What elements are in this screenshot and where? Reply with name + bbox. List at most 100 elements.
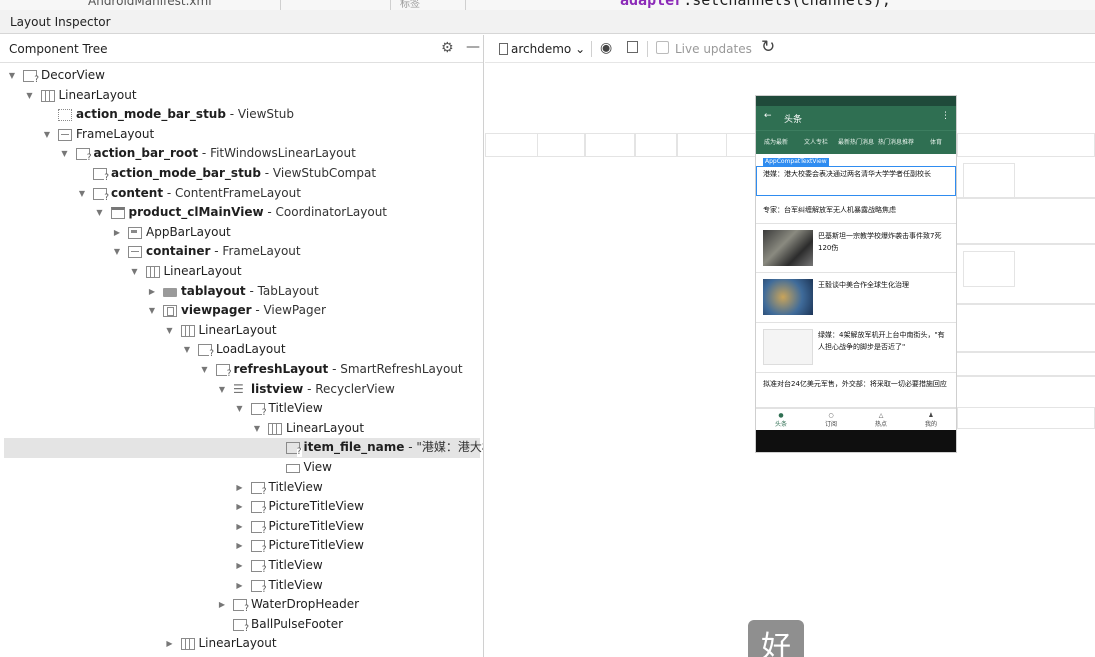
tree-row[interactable]: ▼ LinearLayout xyxy=(4,419,480,439)
tab[interactable]: 热门消息推荐 xyxy=(876,131,916,154)
tree-row[interactable]: ▼ listview - RecyclerView xyxy=(4,380,480,400)
eye-icon[interactable]: ◉ xyxy=(600,40,612,56)
nav-item-home[interactable]: ● 头条 xyxy=(756,409,806,430)
tree-row[interactable]: ▶ TitleView xyxy=(4,576,480,596)
list-item[interactable]: 巴基斯坦一宗教学校爆炸袭击事件致7死120伤 xyxy=(756,224,956,273)
collapsed-chevron-icon[interactable]: ▶ xyxy=(235,517,245,537)
minimize-icon[interactable]: — xyxy=(466,39,480,55)
lin-view-icon xyxy=(40,89,55,102)
tree-row-label: TitleView xyxy=(268,577,323,592)
collapsed-chevron-icon[interactable]: ▶ xyxy=(235,478,245,498)
tree-row[interactable]: item_file_name - "港媒：港大校 xyxy=(4,438,483,458)
tree-row-label: action_mode_bar_stub - ViewStub xyxy=(76,107,294,122)
expanded-chevron-icon[interactable]: ▼ xyxy=(235,399,245,419)
tree-row[interactable]: ▶ PictureTitleView xyxy=(4,497,480,517)
refresh-icon[interactable]: ↻ xyxy=(761,37,775,57)
tree-row-label: TitleView xyxy=(268,558,323,572)
expanded-chevron-icon[interactable]: ▼ xyxy=(25,86,35,106)
list-item[interactable]: 绿媒：4架解放军机开上台中南街头，"有人担心战争的脚步是否近了" xyxy=(756,323,956,373)
process-selector[interactable]: archdemo ⌄ xyxy=(499,42,585,56)
tree-row-label: listview - RecyclerView xyxy=(251,381,395,396)
tree-row[interactable]: ▶ AppBarLayout xyxy=(4,223,480,243)
device-preview[interactable]: ← 头条 ⋮ 成为最新 文人专栏 最新热门消息 热门消息推荐 体育 AppCom… xyxy=(755,95,957,453)
tree-row[interactable]: ▶ LinearLayout xyxy=(4,634,480,654)
expanded-chevron-icon[interactable]: ▼ xyxy=(42,125,52,145)
tree-row[interactable]: ▼ LinearLayout xyxy=(4,86,480,106)
expanded-chevron-icon[interactable]: ▼ xyxy=(147,301,157,321)
tree-row[interactable]: ▼ container - FrameLayout xyxy=(4,242,480,262)
tree-row[interactable]: ▶ TitleView xyxy=(4,478,480,498)
tree-row[interactable]: ▼ content - ContentFrameLayout xyxy=(4,184,480,204)
live-updates-checkbox[interactable] xyxy=(656,41,669,54)
tree-row[interactable]: View xyxy=(4,458,480,478)
tree-row[interactable]: ▶ PictureTitleView xyxy=(4,536,480,556)
tree-row[interactable]: ▼ DecorView xyxy=(4,66,480,86)
expanded-chevron-icon[interactable]: ▼ xyxy=(200,360,210,380)
list-item[interactable]: 王毅谈中美合作全球生化治理 xyxy=(756,273,956,323)
list-item[interactable]: 港媒：港大校委会表决通过两名清华大学学者任副校长 xyxy=(756,166,956,196)
expanded-chevron-icon[interactable]: ▼ xyxy=(77,184,87,204)
expanded-chevron-icon[interactable]: ▼ xyxy=(165,321,175,341)
divider xyxy=(465,0,466,10)
collapsed-chevron-icon[interactable]: ▶ xyxy=(217,595,227,615)
collapsed-chevron-icon[interactable]: ▶ xyxy=(147,282,157,302)
collapsed-chevron-icon[interactable]: ▶ xyxy=(235,497,245,517)
tree-row[interactable]: ▼ LinearLayout xyxy=(4,321,480,341)
layer-icon[interactable] xyxy=(627,41,638,53)
tree-row[interactable]: ▼ action_bar_root - FitWindowsLinearLayou… xyxy=(4,144,480,164)
file-tab[interactable]: AndroidManifest.xml xyxy=(88,0,212,8)
pager-view-icon xyxy=(163,305,177,318)
inspector-toolbar: archdemo ⌄ ◉ Live updates ↻ xyxy=(485,35,1095,63)
expanded-chevron-icon[interactable]: ▼ xyxy=(112,242,122,262)
gear-icon[interactable]: ⚙ xyxy=(441,40,454,56)
tab[interactable]: 成为最新 xyxy=(756,131,796,154)
tree-row[interactable]: ▼ product_clMainView - CoordinatorLayout xyxy=(4,203,480,223)
tab[interactable]: 文人专栏 xyxy=(796,131,836,154)
tab[interactable]: 最新热门消息 xyxy=(836,131,876,154)
tree-row-label: TitleView xyxy=(268,479,323,494)
expanded-chevron-icon[interactable]: ▼ xyxy=(252,419,262,439)
collapsed-chevron-icon[interactable]: ▶ xyxy=(235,556,245,576)
expanded-chevron-icon[interactable]: ▼ xyxy=(95,203,105,223)
overflow-menu-icon[interactable]: ⋮ xyxy=(941,111,950,121)
tree-row[interactable]: ▶ PictureTitleView xyxy=(4,517,480,537)
view-view-icon xyxy=(285,464,300,473)
tree-row[interactable]: ▼ viewpager - ViewPager xyxy=(4,301,480,321)
tree-row[interactable]: ▼ LinearLayout xyxy=(4,262,480,282)
tree-row[interactable]: ▶ TitleView xyxy=(4,556,480,576)
tab-layout: 成为最新 文人专栏 最新热门消息 热门消息推荐 体育 xyxy=(756,130,956,154)
expanded-chevron-icon[interactable]: ▼ xyxy=(7,66,17,86)
nav-item-hot[interactable]: △ 热点 xyxy=(856,409,906,430)
nav-item-subscribe[interactable]: ○ 订阅 xyxy=(806,409,856,430)
item-title: 港媒：港大校委会表决通过两名清华大学学者任副校长 xyxy=(763,170,931,178)
tree-row[interactable]: action_mode_bar_stub - ViewStub xyxy=(4,105,480,125)
expanded-chevron-icon[interactable]: ▼ xyxy=(217,380,227,400)
expanded-chevron-icon[interactable]: ▼ xyxy=(130,262,140,282)
tree-row[interactable]: ▶ WaterDropHeader xyxy=(4,595,480,615)
expanded-chevron-icon[interactable]: ▼ xyxy=(182,340,192,360)
nav-item-me[interactable]: ♟ 我的 xyxy=(906,409,956,430)
back-icon[interactable]: ← xyxy=(764,111,772,121)
tree-row[interactable]: ▼ FrameLayout xyxy=(4,125,480,145)
collapsed-chevron-icon[interactable]: ▶ xyxy=(112,223,122,243)
tree-row-label: action_bar_root - FitWindowsLinearLayout xyxy=(93,146,356,161)
item-thumbnail xyxy=(763,329,813,365)
tree-row[interactable]: ▼ refreshLayout - SmartRefreshLayout xyxy=(4,360,480,380)
tree-row-label: LinearLayout xyxy=(58,87,137,102)
expanded-chevron-icon[interactable]: ▼ xyxy=(60,144,70,164)
tree-row[interactable]: ▼ LoadLayout xyxy=(4,340,480,360)
tab[interactable]: 体育 xyxy=(916,131,956,154)
collapsed-chevron-icon[interactable]: ▶ xyxy=(235,576,245,596)
tree-row-label: DecorView xyxy=(41,68,105,82)
tree-row[interactable]: action_mode_bar_stub - ViewStubCompat xyxy=(4,164,480,184)
person-icon: ♟ xyxy=(928,412,934,419)
collapsed-chevron-icon[interactable]: ▶ xyxy=(235,536,245,556)
collapsed-chevron-icon[interactable]: ▶ xyxy=(165,634,175,654)
tree-row[interactable]: ▶ tablayout - TabLayout xyxy=(4,282,480,302)
stub-view-icon xyxy=(58,109,72,122)
editor-strip: AndroidManifest.xml 标签 adapter.setChanne… xyxy=(0,0,1095,10)
list-item[interactable]: 专家：台军纠缠解放军无人机暴露战略焦虑 xyxy=(756,197,956,224)
list-item[interactable]: 拟准对台24亿美元军售，外交部：将采取一切必要措施回应 xyxy=(756,374,956,408)
tree-row[interactable]: ▼ TitleView xyxy=(4,399,480,419)
tree-row[interactable]: BallPulseFooter xyxy=(4,615,480,635)
